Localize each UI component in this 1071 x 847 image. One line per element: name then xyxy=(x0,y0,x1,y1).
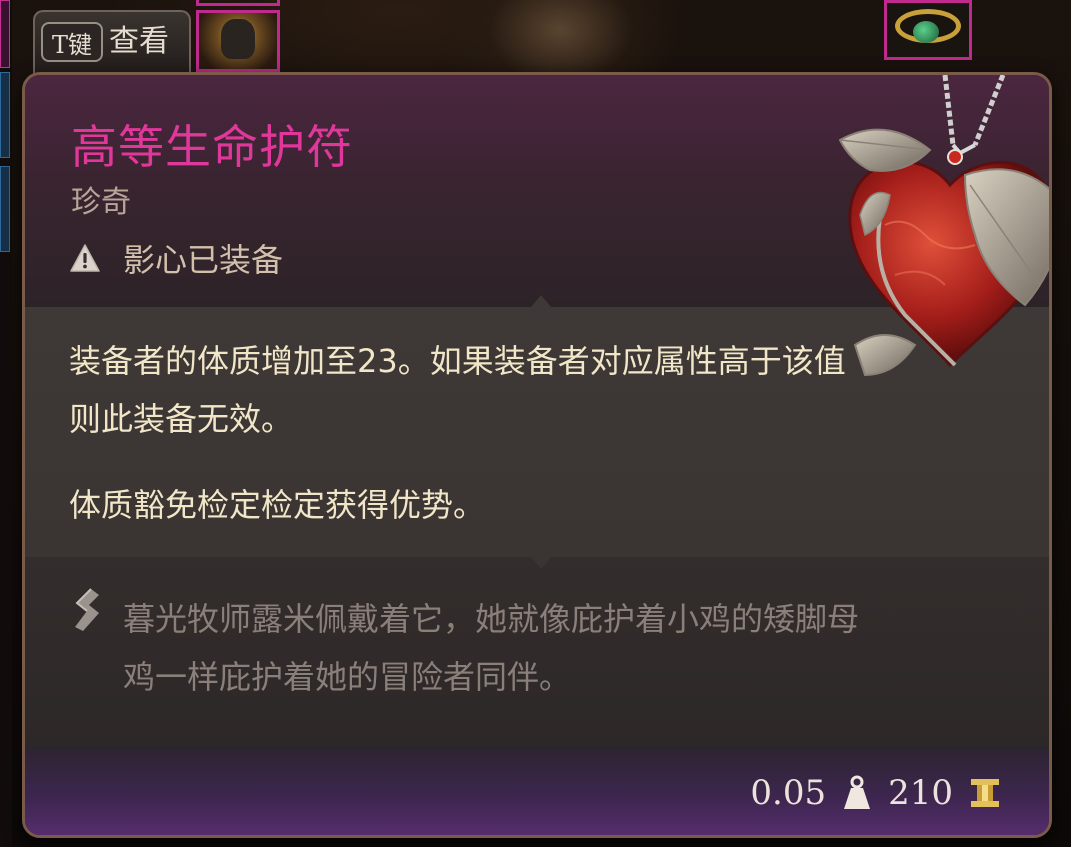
equipped-by-text: 影心已装备 xyxy=(123,241,284,279)
equipment-slot[interactable] xyxy=(196,0,280,6)
left-slot[interactable] xyxy=(0,72,10,158)
hotkey-badge: T键 xyxy=(41,22,103,62)
weight-value: 0.05 xyxy=(750,773,827,813)
description-line: 装备者的体质增加至23。如果装备者对应属性高于该值 xyxy=(69,342,846,380)
description-line: 体质豁免检定检定获得优势。 xyxy=(69,486,486,524)
lore-quill-icon xyxy=(75,588,99,631)
divider-notch xyxy=(531,557,551,569)
heart-amulet-icon xyxy=(838,75,1049,377)
left-panel-edge xyxy=(0,0,12,847)
inspect-label: 查看 xyxy=(109,24,169,59)
item-rarity: 珍奇 xyxy=(71,185,131,220)
item-stats: 0.05 210 xyxy=(750,773,1001,813)
divider-notch xyxy=(531,295,551,307)
item-tooltip: 高等生命护符 珍奇 影心已装备 装备者的体质增加至23。如果装备者对应属性高于该… xyxy=(22,72,1052,838)
weight-icon xyxy=(844,775,871,809)
lore-line: 暮光牧师露米佩戴着它，她就像庇护着小鸡的矮脚母 xyxy=(123,600,860,638)
gold-coin-icon xyxy=(971,779,999,807)
warning-triangle-icon xyxy=(70,244,100,272)
character-portrait[interactable] xyxy=(196,10,280,72)
portrait-head xyxy=(221,19,255,59)
description-line: 则此装备无效。 xyxy=(69,400,294,438)
equipped-status: 影心已装备 xyxy=(69,235,283,281)
left-slot[interactable] xyxy=(0,166,10,252)
inspect-tab[interactable]: T键 查看 xyxy=(33,10,191,74)
ring-equipment-slot[interactable] xyxy=(884,0,972,60)
left-slot[interactable] xyxy=(0,0,10,68)
item-name: 高等生命护符 xyxy=(71,120,353,174)
lore-line: 鸡一样庇护着她的冒险者同伴。 xyxy=(123,658,572,696)
gold-value: 210 xyxy=(888,773,953,813)
ring-gem xyxy=(913,21,939,43)
